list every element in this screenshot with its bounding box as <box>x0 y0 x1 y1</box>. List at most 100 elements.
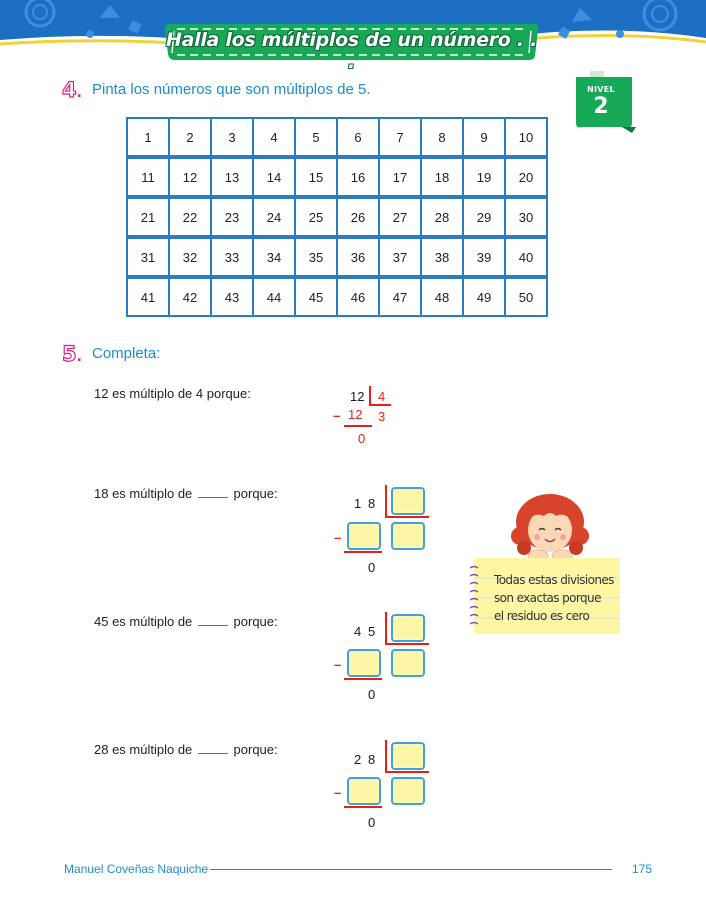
division-1-subtrahend-box[interactable] <box>347 522 381 550</box>
grid-cell[interactable]: 29 <box>464 199 506 239</box>
grid-cell[interactable]: 25 <box>296 199 338 239</box>
grid-cell[interactable]: 48 <box>422 279 464 317</box>
division-1-dividend-units: 8 <box>368 496 376 511</box>
grid-cell[interactable]: 43 <box>212 279 254 317</box>
division-1-divisor-line <box>385 516 429 518</box>
grid-cell[interactable]: 19 <box>464 159 506 199</box>
division-2-remainder: 0 <box>368 687 376 702</box>
grid-cell[interactable]: 23 <box>212 199 254 239</box>
division-2-bar <box>385 612 387 644</box>
division-1-subtraction-line <box>344 551 382 553</box>
grid-row: 21 22 23 24 25 26 27 28 29 30 <box>126 199 548 239</box>
number-grid: 1 2 3 4 5 6 7 8 9 10 11 12 13 14 15 16 17 18 19 20 21 22 23 24 2… <box>126 117 548 317</box>
grid-cell[interactable]: 30 <box>506 199 548 239</box>
example-quotient: 3 <box>378 409 386 424</box>
division-3-quotient-box[interactable] <box>391 777 425 805</box>
division-1-divisor-box[interactable] <box>391 487 425 515</box>
page-number: 175 <box>632 862 653 876</box>
division-2-divisor-box[interactable] <box>391 614 425 642</box>
division-1-minus-sign: – <box>334 530 342 545</box>
division-3-subtraction-line <box>344 806 382 808</box>
division-1-quotient-box[interactable] <box>391 522 425 550</box>
nivel-label: NIVEL <box>587 85 615 94</box>
division-2-minus-sign: – <box>334 657 342 672</box>
grid-row: 11 12 13 14 15 16 17 18 19 20 <box>126 159 548 199</box>
division-1-statement: 18 es múltiplo de porque: <box>94 486 278 501</box>
grid-cell[interactable]: 33 <box>212 239 254 279</box>
grid-cell[interactable]: 47 <box>380 279 422 317</box>
example-remainder: 0 <box>358 431 366 446</box>
division-1-remainder: 0 <box>368 560 376 575</box>
grid-cell[interactable]: 49 <box>464 279 506 317</box>
division-2-statement: 45 es múltiplo de porque: <box>94 614 278 629</box>
grid-cell[interactable]: 12 <box>170 159 212 199</box>
grid-cell[interactable]: 17 <box>380 159 422 199</box>
division-3-dividend-tens: 2 <box>354 752 362 767</box>
division-3-dividend-units: 8 <box>368 752 376 767</box>
grid-cell[interactable]: 42 <box>170 279 212 317</box>
grid-cell[interactable]: 18 <box>422 159 464 199</box>
grid-cell[interactable]: 10 <box>506 117 548 159</box>
grid-cell[interactable]: 37 <box>380 239 422 279</box>
division-2-dividend-tens: 4 <box>354 624 362 639</box>
grid-cell[interactable]: 28 <box>422 199 464 239</box>
grid-cell[interactable]: 2 <box>170 117 212 159</box>
grid-cell[interactable]: 9 <box>464 117 506 159</box>
grid-cell[interactable]: 41 <box>126 279 170 317</box>
footer-divider <box>210 869 612 870</box>
grid-cell[interactable]: 27 <box>380 199 422 239</box>
grid-cell[interactable]: 39 <box>464 239 506 279</box>
grid-cell[interactable]: 36 <box>338 239 380 279</box>
division-3-divisor-box[interactable] <box>391 742 425 770</box>
footer-author: Manuel Coveñas Naquiche <box>64 862 209 876</box>
grid-cell[interactable]: 13 <box>212 159 254 199</box>
grid-cell[interactable]: 34 <box>254 239 296 279</box>
grid-cell[interactable]: 5 <box>296 117 338 159</box>
note-line-2: son exactas porque <box>494 591 601 605</box>
division-3-subtrahend-box[interactable] <box>347 777 381 805</box>
division-2-answer-blank[interactable] <box>197 615 228 626</box>
grid-cell[interactable]: 38 <box>422 239 464 279</box>
division-1-answer-blank[interactable] <box>197 487 228 498</box>
grid-cell[interactable]: 40 <box>506 239 548 279</box>
example-subtraction-line <box>344 425 372 427</box>
grid-cell[interactable]: 31 <box>126 239 170 279</box>
grid-cell[interactable]: 1 <box>126 117 170 159</box>
division-3-statement: 28 es múltiplo de porque: <box>94 742 278 757</box>
page-title: Halla los múltiplos de un número . . . <box>166 29 537 73</box>
example-minus-sign: – <box>333 408 341 423</box>
example-division-bar <box>369 386 371 405</box>
grid-cell[interactable]: 44 <box>254 279 296 317</box>
grid-cell[interactable]: 22 <box>170 199 212 239</box>
grid-cell[interactable]: 46 <box>338 279 380 317</box>
grid-cell[interactable]: 26 <box>338 199 380 239</box>
grid-cell[interactable]: 8 <box>422 117 464 159</box>
example-dividend: 12 <box>350 389 365 404</box>
grid-cell[interactable]: 3 <box>212 117 254 159</box>
grid-cell[interactable]: 4 <box>254 117 296 159</box>
grid-cell[interactable]: 45 <box>296 279 338 317</box>
grid-cell[interactable]: 32 <box>170 239 212 279</box>
example-divisor: 4 <box>378 389 386 404</box>
grid-cell[interactable]: 6 <box>338 117 380 159</box>
grid-cell[interactable]: 11 <box>126 159 170 199</box>
grid-cell[interactable]: 21 <box>126 199 170 239</box>
grid-cell[interactable]: 14 <box>254 159 296 199</box>
division-2-dividend-units: 5 <box>368 624 376 639</box>
exercise-5-number: 5. <box>61 341 82 366</box>
grid-cell[interactable]: 24 <box>254 199 296 239</box>
grid-cell[interactable]: 15 <box>296 159 338 199</box>
grid-cell[interactable]: 20 <box>506 159 548 199</box>
grid-cell[interactable]: 35 <box>296 239 338 279</box>
division-2-subtrahend-box[interactable] <box>347 649 381 677</box>
grid-cell[interactable]: 50 <box>506 279 548 317</box>
division-3-divisor-line <box>385 771 429 773</box>
division-3-answer-blank[interactable] <box>197 743 228 754</box>
grid-cell[interactable]: 7 <box>380 117 422 159</box>
division-2-divisor-line <box>385 643 429 645</box>
division-3-bar <box>385 740 387 772</box>
note-line-1: Todas estas divisiones <box>494 573 614 587</box>
grid-cell[interactable]: 16 <box>338 159 380 199</box>
note-line-3: el residuo es cero <box>494 609 590 623</box>
division-2-quotient-box[interactable] <box>391 649 425 677</box>
